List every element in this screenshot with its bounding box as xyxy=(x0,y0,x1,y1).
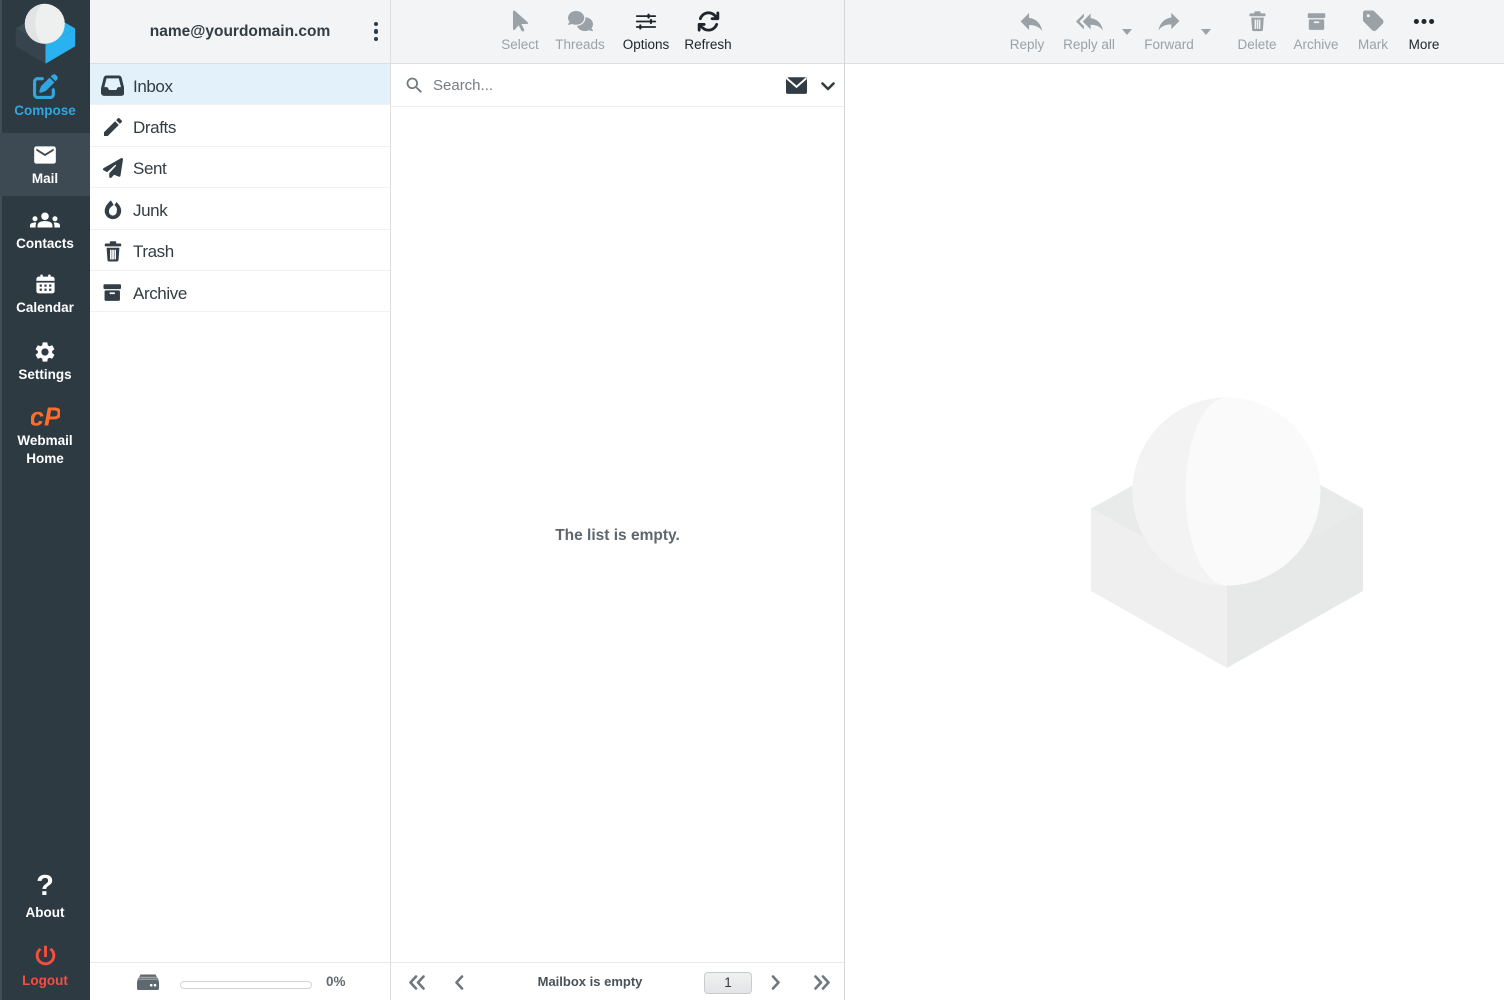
svg-text:cP: cP xyxy=(31,404,60,429)
